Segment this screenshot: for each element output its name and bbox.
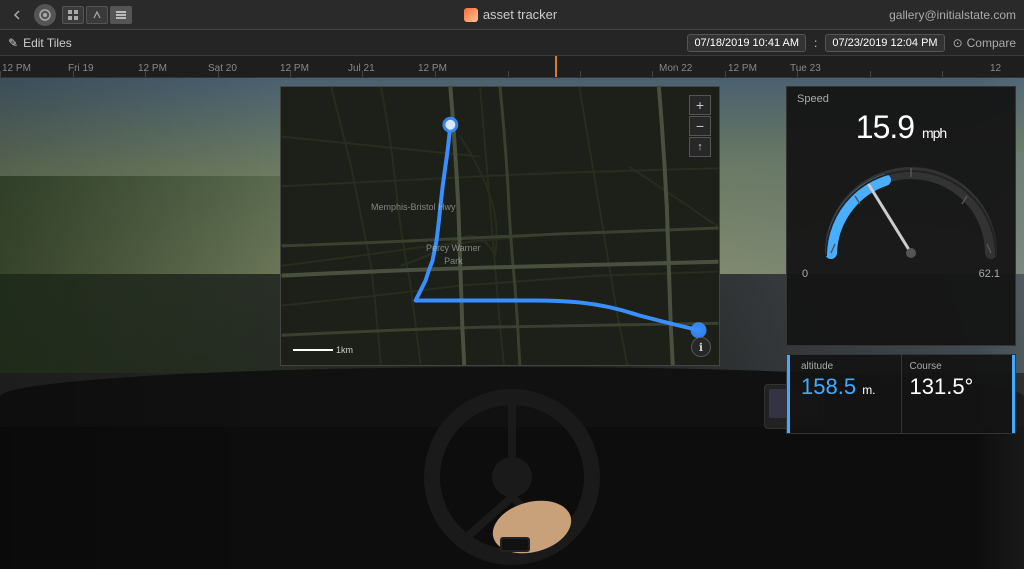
compare-icon: ⊙ bbox=[953, 36, 963, 50]
course-panel: Course 131.5° bbox=[902, 355, 1016, 433]
timeline-label-12pm-5: 12 PM bbox=[728, 63, 757, 74]
timeline-label-12pm-3: 12 PM bbox=[280, 63, 309, 74]
scale-label: 1km bbox=[336, 345, 353, 355]
timeline-tick bbox=[725, 71, 726, 77]
altitude-number: 158.5 bbox=[801, 374, 856, 399]
nav-controls bbox=[8, 4, 132, 26]
signal-view-button[interactable] bbox=[86, 6, 108, 24]
main-content: Memphis-Bristol Hwy Percy WarnerPark + −… bbox=[0, 78, 1024, 569]
course-accent-bar bbox=[1012, 355, 1015, 433]
view-toggle bbox=[62, 6, 132, 24]
timeline-label-tue23: Tue 23 bbox=[790, 63, 821, 74]
edit-tiles-button[interactable]: ✎ Edit Tiles bbox=[8, 36, 72, 50]
gauge-max-label: 62.1 bbox=[979, 268, 1000, 280]
timeline-label-12pm-start: 12 PM bbox=[2, 63, 31, 74]
compare-label: Compare bbox=[967, 36, 1016, 50]
app-logo-icon bbox=[464, 8, 478, 22]
left-overlay bbox=[0, 78, 280, 569]
timeline-tick bbox=[0, 71, 1, 77]
timeline-tick bbox=[942, 71, 943, 77]
speed-number: 15.9 bbox=[856, 109, 914, 145]
edit-bar: ✎ Edit Tiles 07/18/2019 10:41 AM : 07/23… bbox=[0, 30, 1024, 56]
date-start-input[interactable]: 07/18/2019 10:41 AM bbox=[687, 34, 806, 52]
list-view-button[interactable] bbox=[110, 6, 132, 24]
back-button[interactable] bbox=[8, 5, 28, 25]
speed-unit: mph bbox=[922, 125, 946, 141]
zoom-out-button[interactable]: − bbox=[689, 116, 711, 136]
map-roads-svg bbox=[281, 87, 719, 365]
map-info-button[interactable]: ℹ bbox=[691, 337, 711, 357]
date-range-controls: 07/18/2019 10:41 AM : 07/23/2019 12:04 P… bbox=[687, 34, 1016, 52]
timeline-label-fri19: Fri 19 bbox=[68, 63, 94, 74]
speed-panel: Speed 15.9 mph bbox=[786, 86, 1016, 346]
scale-line bbox=[293, 349, 333, 351]
timeline-cursor bbox=[555, 56, 557, 77]
timeline-labels: 12 PM Fri 19 12 PM Sat 20 12 PM Jul 21 1… bbox=[0, 56, 1024, 77]
timeline-label-12pm-2: 12 PM bbox=[138, 63, 167, 74]
timeline-label-12pm-4: 12 PM bbox=[418, 63, 447, 74]
app-title-text: asset tracker bbox=[483, 7, 557, 22]
altitude-value: 158.5 m. bbox=[795, 376, 893, 398]
timeline-label-sat20: Sat 20 bbox=[208, 63, 237, 74]
altitude-panel: altitude 158.5 m. bbox=[787, 355, 902, 433]
top-bar: asset tracker gallery@initialstate.com bbox=[0, 0, 1024, 30]
timeline-tick bbox=[580, 71, 581, 77]
bottom-panels: altitude 158.5 m. Course 131.5° bbox=[786, 354, 1016, 434]
date-separator: : bbox=[814, 36, 817, 50]
pencil-icon: ✎ bbox=[8, 36, 18, 50]
compass-button[interactable]: ↑ bbox=[689, 137, 711, 157]
map-scale-bar: 1km bbox=[293, 345, 353, 355]
date-end-input[interactable]: 07/23/2019 12:04 PM bbox=[825, 34, 944, 52]
map-scale: 1km bbox=[293, 345, 353, 355]
steering-wheel-area bbox=[412, 377, 612, 569]
edit-tiles-label: Edit Tiles bbox=[23, 36, 72, 50]
speed-value: 15.9 mph bbox=[787, 107, 1015, 148]
gauge-min-label: 0 bbox=[802, 268, 808, 280]
app-title: asset tracker bbox=[138, 7, 883, 22]
altitude-label: altitude bbox=[795, 361, 893, 372]
grid-view-button[interactable] bbox=[62, 6, 84, 24]
timeline-label-mon22: Mon 22 bbox=[659, 63, 692, 74]
gauge-labels: 0 62.1 bbox=[787, 268, 1015, 280]
altitude-unit: m. bbox=[862, 383, 875, 397]
speed-title: Speed bbox=[787, 87, 1015, 107]
speed-gauge bbox=[811, 148, 991, 268]
logo-icon bbox=[34, 4, 56, 26]
timeline-tick bbox=[652, 71, 653, 77]
timeline-tick bbox=[870, 71, 871, 77]
zoom-in-button[interactable]: + bbox=[689, 95, 711, 115]
timeline-label-12: 12 bbox=[990, 63, 1001, 74]
compare-button[interactable]: ⊙ Compare bbox=[953, 36, 1016, 50]
altitude-accent-bar bbox=[787, 355, 790, 433]
user-email: gallery@initialstate.com bbox=[889, 8, 1016, 22]
map-overlay: Memphis-Bristol Hwy Percy WarnerPark + −… bbox=[280, 86, 720, 366]
timeline-label-jul21: Jul 21 bbox=[348, 63, 375, 74]
map-zoom-controls: + − ↑ bbox=[689, 95, 711, 157]
course-value: 131.5° bbox=[910, 376, 1008, 398]
timeline[interactable]: 12 PM Fri 19 12 PM Sat 20 12 PM Jul 21 1… bbox=[0, 56, 1024, 78]
course-label: Course bbox=[910, 361, 1008, 372]
timeline-tick bbox=[508, 71, 509, 77]
